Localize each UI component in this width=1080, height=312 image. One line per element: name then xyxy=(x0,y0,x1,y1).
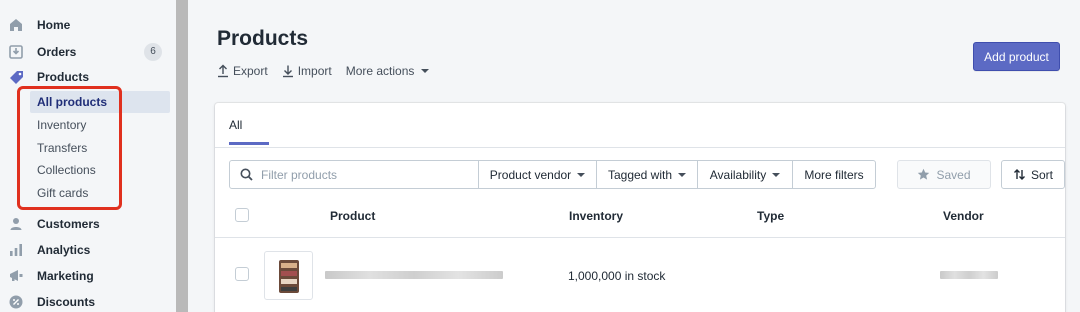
megaphone-icon xyxy=(8,268,24,284)
more-filters-button[interactable]: More filters xyxy=(792,160,876,189)
product-image xyxy=(279,260,299,293)
sidebar-item-customers[interactable]: Customers xyxy=(0,212,176,236)
sidebar-item-marketing[interactable]: Marketing xyxy=(0,264,176,288)
customer-icon xyxy=(8,216,24,232)
sidebar-item-home[interactable]: Home xyxy=(0,13,176,37)
sidebar-item-label: Discounts xyxy=(37,295,96,309)
import-label: Import xyxy=(297,64,332,78)
export-icon xyxy=(218,64,228,78)
sidebar-item-label: Orders xyxy=(37,45,77,59)
export-button[interactable]: Export xyxy=(217,64,268,78)
sidebar-item-discounts[interactable]: Discounts xyxy=(0,290,176,312)
row-checkbox[interactable] xyxy=(235,267,249,281)
chevron-down-icon xyxy=(772,172,781,177)
saved-label: Saved xyxy=(936,167,971,182)
tab-divider xyxy=(215,147,1065,148)
export-label: Export xyxy=(233,64,268,78)
import-icon xyxy=(282,65,293,78)
product-vendor-filter[interactable]: Product vendor xyxy=(478,160,597,189)
select-all-checkbox[interactable] xyxy=(235,208,249,222)
availability-filter[interactable]: Availability xyxy=(697,160,793,189)
products-card: All Filter products Product vendor Tagge… xyxy=(215,103,1065,312)
filter-label: Product vendor xyxy=(489,167,572,182)
sidebar-item-label: Marketing xyxy=(37,269,94,283)
tab-active-indicator xyxy=(229,142,269,145)
more-actions-dropdown[interactable]: More actions xyxy=(346,64,430,78)
tagged-with-filter[interactable]: Tagged with xyxy=(596,160,698,189)
sort-icon xyxy=(1013,169,1025,180)
saved-button[interactable]: Saved xyxy=(897,160,991,189)
filter-label: Tagged with xyxy=(607,167,673,182)
add-product-button[interactable]: Add product xyxy=(973,42,1060,71)
search-placeholder: Filter products xyxy=(261,167,338,182)
sort-button[interactable]: Sort xyxy=(1001,160,1065,189)
sidebar-item-label: Products xyxy=(37,70,90,84)
sidebar-scrollbar[interactable] xyxy=(176,0,188,312)
home-icon xyxy=(8,17,24,33)
sidebar-item-label: Home xyxy=(37,18,71,32)
star-icon xyxy=(918,168,930,180)
column-header-type[interactable]: Type xyxy=(757,209,784,223)
filter-label: Availability xyxy=(709,167,767,182)
page-actions: Export Import More actions xyxy=(217,64,430,78)
search-icon xyxy=(240,168,253,181)
sidebar-nav: Home Orders 6 Products All products Inve… xyxy=(0,0,176,312)
orders-count-badge: 6 xyxy=(144,43,162,61)
sidebar-item-orders[interactable]: Orders 6 xyxy=(0,40,176,64)
more-actions-label: More actions xyxy=(345,64,415,78)
tab-all[interactable]: All xyxy=(229,118,242,132)
inventory-cell: 1,000,000 in stock xyxy=(568,269,666,283)
chevron-down-icon xyxy=(678,172,687,177)
product-thumbnail[interactable] xyxy=(264,251,313,300)
orders-icon xyxy=(8,44,24,60)
import-button[interactable]: Import xyxy=(282,64,332,78)
discount-icon xyxy=(8,294,24,310)
bar-chart-icon xyxy=(8,242,24,258)
page-title: Products xyxy=(217,27,309,50)
chevron-down-icon xyxy=(421,69,430,73)
column-header-inventory[interactable]: Inventory xyxy=(569,209,623,223)
column-header-vendor[interactable]: Vendor xyxy=(943,209,984,223)
sidebar-item-label: Customers xyxy=(37,217,100,231)
chevron-down-icon xyxy=(577,172,586,177)
blurred-vendor xyxy=(940,271,998,279)
main-content: Products Export Import More actions Add … xyxy=(188,0,1080,312)
tag-icon xyxy=(8,69,24,85)
column-header-product[interactable]: Product xyxy=(330,209,375,223)
table-header-divider xyxy=(215,237,1065,238)
sidebar-item-analytics[interactable]: Analytics xyxy=(0,238,176,262)
sidebar-item-label: Analytics xyxy=(37,243,91,257)
sort-label: Sort xyxy=(1030,167,1053,182)
highlight-box xyxy=(17,86,122,210)
blurred-product-title[interactable] xyxy=(325,271,503,279)
search-input[interactable]: Filter products xyxy=(229,160,479,189)
